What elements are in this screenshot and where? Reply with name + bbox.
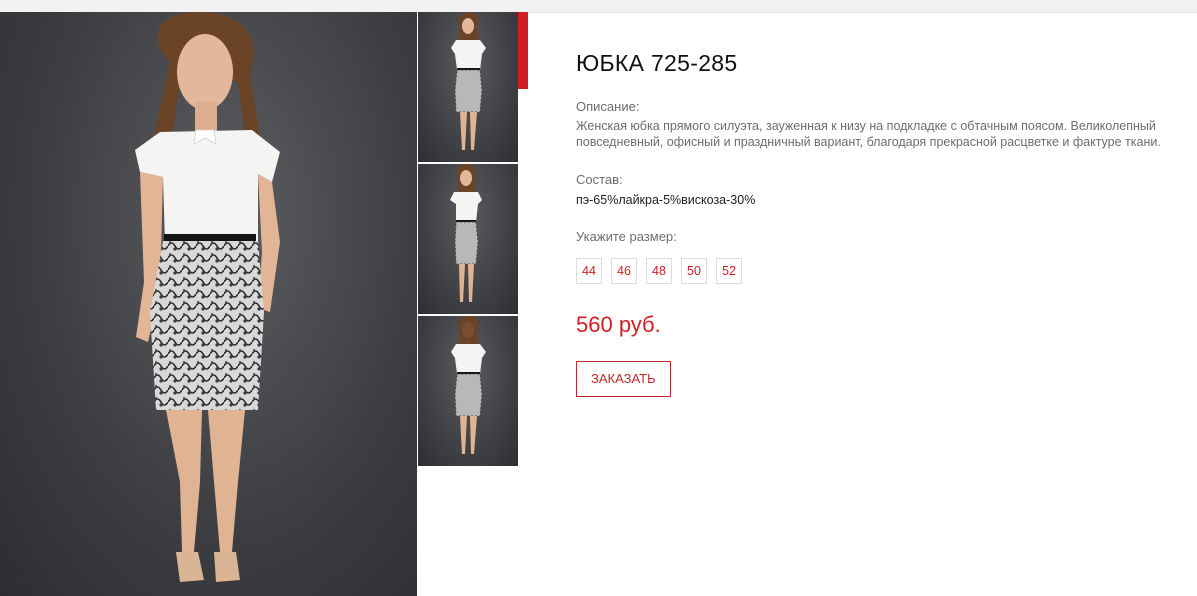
composition-label: Состав: bbox=[576, 172, 623, 187]
size-selector: 44 46 48 50 52 bbox=[576, 258, 1191, 284]
product-title: ЮБКА 725-285 bbox=[576, 50, 738, 76]
product-description: Женская юбка прямого силуэта, зауженная … bbox=[576, 119, 1161, 149]
order-button[interactable]: ЗАКАЗАТЬ bbox=[576, 361, 671, 397]
accent-bar bbox=[518, 12, 528, 89]
size-option-48[interactable]: 48 bbox=[646, 258, 672, 284]
description-label: Описание: bbox=[576, 99, 640, 114]
product-info: ЮБКА 725-285 Описание: Женская юбка прям… bbox=[576, 50, 1191, 397]
product-price: 560 руб. bbox=[576, 312, 661, 337]
product-composition: пэ-65%лайкра-5%вискоза-30% bbox=[576, 193, 756, 207]
main-product-photo bbox=[0, 12, 417, 596]
thumbnail-3[interactable] bbox=[418, 316, 518, 466]
size-option-52[interactable]: 52 bbox=[716, 258, 742, 284]
thumbnail-gallery bbox=[418, 12, 518, 468]
thumbnail-2[interactable] bbox=[418, 164, 518, 314]
size-option-44[interactable]: 44 bbox=[576, 258, 602, 284]
size-option-46[interactable]: 46 bbox=[611, 258, 637, 284]
size-option-50[interactable]: 50 bbox=[681, 258, 707, 284]
size-label: Укажите размер: bbox=[576, 229, 677, 244]
thumbnail-1[interactable] bbox=[418, 12, 518, 162]
